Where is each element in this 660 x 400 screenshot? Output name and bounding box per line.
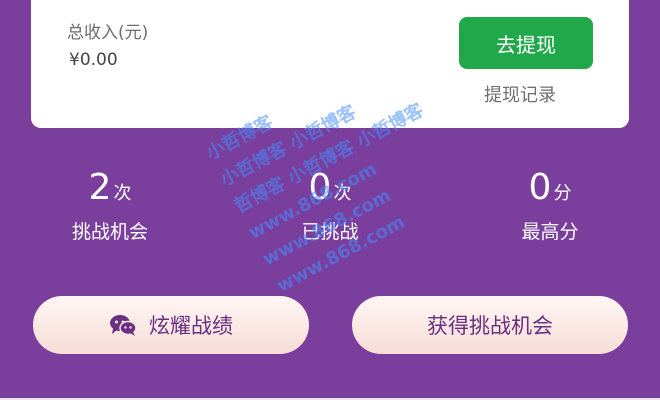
stat-challenge-chances: 2次 挑战机会 — [20, 165, 200, 244]
stat-value: 0 — [308, 167, 332, 208]
withdraw-record-link[interactable]: 提现记录 — [484, 81, 556, 107]
get-challenge-chance-label: 获得挑战机会 — [427, 314, 553, 338]
stat-challenged: 0次 已挑战 — [240, 165, 420, 244]
withdraw-button[interactable]: 去提现 — [459, 17, 593, 69]
stat-value: 0 — [528, 167, 552, 208]
share-record-label: 炫耀战绩 — [149, 314, 233, 338]
stat-label: 挑战机会 — [71, 221, 148, 243]
total-income-label: 总收入(元) — [67, 23, 149, 43]
get-challenge-chance-button[interactable]: 获得挑战机会 — [352, 296, 628, 354]
stat-unit: 次 — [333, 183, 352, 204]
stat-label: 已挑战 — [301, 221, 359, 243]
stat-unit: 分 — [553, 183, 572, 204]
share-record-button[interactable]: 炫耀战绩 — [33, 296, 309, 354]
stat-label: 最高分 — [521, 221, 579, 243]
total-income-value: ¥0.00 — [69, 50, 118, 70]
wechat-icon — [109, 313, 137, 337]
stat-high-score: 0分 最高分 — [460, 165, 640, 244]
stat-value: 2 — [88, 167, 112, 208]
income-card: 总收入(元) ¥0.00 去提现 提现记录 — [31, 0, 629, 128]
stat-unit: 次 — [113, 183, 132, 204]
